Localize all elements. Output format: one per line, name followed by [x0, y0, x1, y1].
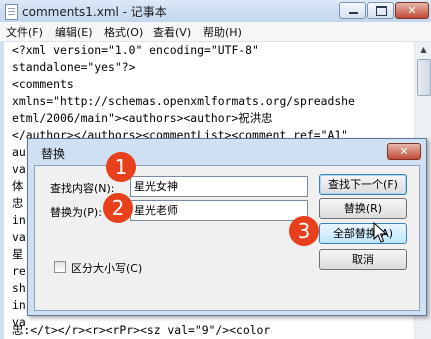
editor-line: sh [12, 281, 26, 295]
close-icon: ✕ [399, 145, 409, 158]
step-marker-2: 2 [103, 193, 133, 223]
dialog-close-button[interactable]: ✕ [387, 143, 421, 160]
menu-edit[interactable]: 编辑(E) [55, 24, 93, 40]
editor-line: au [12, 145, 26, 159]
maximize-button[interactable] [367, 2, 394, 19]
editor-line: in [12, 298, 26, 312]
mouse-cursor-icon [373, 222, 387, 243]
notepad-icon [5, 4, 18, 20]
menu-view[interactable]: 查看(V) [153, 24, 191, 40]
dialog-body: 查找内容(N): 星光女神 替换为(P): 星光老师 区分大小写(C) 查找下一… [34, 165, 420, 311]
close-button[interactable]: ✕ [395, 2, 429, 19]
find-input[interactable]: 星光女神 [130, 176, 308, 197]
editor-line: etml/2006/main"><authors><author>祝洪忠 [12, 111, 273, 125]
menu-help[interactable]: 帮助(H) [203, 24, 242, 40]
editor-line: xmlns="http://schemas.openxmlformats.org… [12, 94, 355, 108]
step-marker-3: 3 [289, 216, 319, 246]
match-case-checkbox[interactable] [54, 261, 66, 273]
replace-dialog: 替换 ✕ 查找内容(N): 星光女神 替换为(P): 星光老师 区分大小写(C)… [27, 138, 427, 316]
step-marker-1: 1 [106, 152, 136, 182]
replace-input[interactable]: 星光老师 [130, 200, 308, 221]
match-case-label: 区分大小写(C) [71, 262, 143, 275]
replace-label: 替换为(P): [50, 206, 102, 219]
minimize-button[interactable] [339, 2, 366, 19]
editor-line: <?xml version="1.0" encoding="UTF-8" [12, 43, 259, 57]
scroll-up-icon[interactable]: ▲ [415, 42, 431, 58]
editor-line: va [12, 162, 26, 176]
minimize-icon [340, 3, 365, 18]
menu-file[interactable]: 文件(F) [6, 24, 43, 40]
editor-line: va [12, 230, 26, 244]
close-icon: ✕ [407, 4, 417, 17]
editor-line: in [12, 213, 26, 227]
title-bar[interactable]: comments1.xml - 记事本 ✕ [0, 0, 431, 22]
dialog-title: 替换 [41, 147, 66, 161]
editor-line: 忠:</t></r><r><rPr><sz val="9"/><color [12, 323, 271, 337]
menu-bar: 文件(F) 编辑(E) 格式(O) 查看(V) 帮助(H) [0, 22, 431, 42]
editor-line: 体 [12, 179, 24, 193]
find-next-button[interactable]: 查找下一个(F) [319, 174, 407, 195]
maximize-icon [368, 3, 393, 18]
editor-line: 忠 [12, 196, 24, 210]
editor-line: standalone="yes"?> [12, 60, 136, 74]
window-title: comments1.xml - 记事本 [22, 5, 167, 19]
menu-format[interactable]: 格式(O) [104, 24, 143, 40]
replace-all-button[interactable]: 全部替换(A) [319, 223, 407, 244]
replace-button[interactable]: 替换(R) [319, 198, 407, 219]
editor-line: 星 [12, 247, 24, 261]
scroll-thumb[interactable] [417, 59, 431, 96]
editor-line: <comments [12, 77, 74, 91]
editor-line: re [12, 264, 26, 278]
cancel-button[interactable]: 取消 [319, 249, 407, 270]
find-label: 查找内容(N): [50, 182, 115, 195]
